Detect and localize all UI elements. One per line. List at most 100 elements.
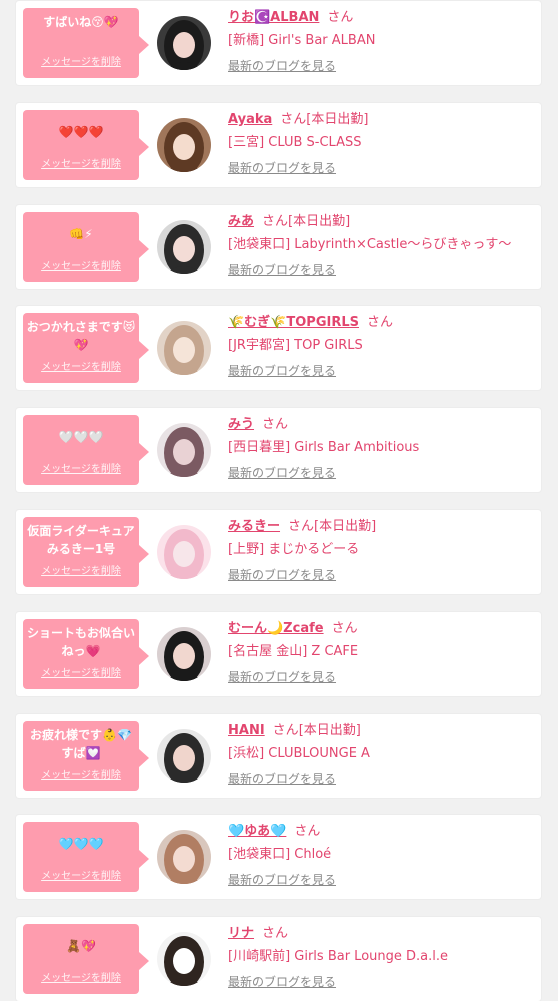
avatar[interactable] <box>157 423 211 478</box>
avatar[interactable] <box>157 525 211 579</box>
message-text: おつかれさまです😻💖 <box>26 320 136 353</box>
latest-blog-link[interactable]: 最新のブログを見る <box>228 362 336 379</box>
avatar[interactable] <box>157 626 211 681</box>
avatar[interactable] <box>157 932 211 987</box>
message-text: すばいね😚💖 <box>43 15 119 29</box>
user-name-link[interactable]: みるきー <box>228 519 280 534</box>
delete-message-link[interactable]: メッセージを削除 <box>23 664 139 679</box>
delete-message-link[interactable]: メッセージを削除 <box>23 460 139 475</box>
delete-message-link[interactable]: メッセージを削除 <box>23 867 139 882</box>
message-bubble: すばいね😚💖 メッセージを削除 <box>23 8 149 78</box>
user-name-link[interactable]: みう <box>228 417 254 432</box>
honorific: さん <box>280 111 307 127</box>
message-text: ❤️❤️❤️ <box>58 124 104 139</box>
on-duty-badge: [本日出勤] <box>314 519 377 534</box>
shop-name: [浜松] CLUBLOUNGE A <box>228 745 370 761</box>
user-name-link[interactable]: りお☪️ALBAN <box>228 10 319 25</box>
on-duty-badge: [本日出勤] <box>298 722 361 738</box>
user-name-link[interactable]: みあ <box>228 214 254 229</box>
on-duty-badge: [本日出勤] <box>306 111 369 127</box>
message-bubble: 👊⚡ メッセージを削除 <box>23 211 149 282</box>
delete-message-link[interactable]: メッセージを削除 <box>23 155 139 170</box>
on-duty-badge: [本日出勤] <box>288 213 351 229</box>
shop-name: [上野] まじかるどーる <box>228 542 360 557</box>
avatar[interactable] <box>157 16 211 70</box>
message-bubble: おつかれさまです😻💖 メッセージを削除 <box>23 313 149 384</box>
message-text: 🩵🩵🩵 <box>58 837 104 852</box>
message-bubble: 🤍🤍🤍 メッセージを削除 <box>23 415 149 486</box>
latest-blog-link[interactable]: 最新のブログを見る <box>228 973 336 990</box>
user-name-line: HANI さん[本日出勤] <box>228 719 361 738</box>
latest-blog-link[interactable]: 最新のブログを見る <box>228 668 336 685</box>
latest-blog-link[interactable]: 最新のブログを見る <box>228 159 336 176</box>
avatar-photo-icon <box>157 626 211 681</box>
delete-message-link[interactable]: メッセージを削除 <box>23 257 139 272</box>
user-name-link[interactable]: 🌾むぎ🌾TOPGIRLS <box>228 315 359 330</box>
message-card: 🩵🩵🩵 メッセージを削除 🩵ゆあ🩵 さん [池袋東口] Chloé 最新のブログを… <box>16 815 541 900</box>
message-card: お疲れ様です👶💎すば💟 メッセージを削除 HANI さん[本日出勤] [浜松] C… <box>16 713 541 798</box>
avatar[interactable] <box>157 830 211 885</box>
user-name-line: むーん🌙Zcafe さん <box>228 617 358 636</box>
avatar-photo-icon <box>157 932 211 987</box>
latest-blog-link[interactable]: 最新のブログを見る <box>228 871 336 888</box>
latest-blog-link[interactable]: 最新のブログを見る <box>228 770 336 787</box>
message-bubble: 🧸💖 メッセージを削除 <box>23 924 149 995</box>
message-bubble: ❤️❤️❤️ メッセージを削除 <box>23 109 149 180</box>
honorific: さん <box>288 519 315 534</box>
delete-message-link[interactable]: メッセージを削除 <box>23 766 139 781</box>
message-text: お疲れ様です👶💎すば💟 <box>30 727 132 760</box>
delete-message-link[interactable]: メッセージを削除 <box>23 53 139 68</box>
message-card: ショートもお似合いねっ💗 メッセージを削除 むーん🌙Zcafe さん [名古屋 金… <box>16 611 541 696</box>
user-name-link[interactable]: HANI <box>228 723 265 738</box>
avatar[interactable] <box>157 117 211 172</box>
user-name-line: Ayaka さん[本日出勤] <box>228 108 368 127</box>
delete-message-link[interactable]: メッセージを削除 <box>23 969 139 984</box>
message-card: おつかれさまです😻💖 メッセージを削除 🌾むぎ🌾TOPGIRLS さん [JR宇都… <box>16 306 541 391</box>
avatar[interactable] <box>157 728 211 783</box>
message-text: 🧸💖 <box>66 939 96 954</box>
user-name-link[interactable]: リナ <box>228 926 254 941</box>
avatar[interactable] <box>157 321 211 376</box>
delete-message-link[interactable]: メッセージを削除 <box>23 562 139 577</box>
user-name-line: 🩵ゆあ🩵 さん <box>228 820 320 839</box>
latest-blog-link[interactable]: 最新のブログを見る <box>228 464 336 481</box>
user-name-link[interactable]: むーん🌙Zcafe <box>228 621 324 636</box>
shop-name: [JR宇都宮] TOP GIRLS <box>228 338 363 354</box>
user-name-line: みあ さん[本日出勤] <box>228 210 350 229</box>
avatar-photo-icon <box>157 728 211 783</box>
shop-name: [名古屋 金山] Z CAFE <box>228 643 359 659</box>
message-bubble: 🩵🩵🩵 メッセージを削除 <box>23 822 149 893</box>
latest-blog-link[interactable]: 最新のブログを見る <box>228 261 336 278</box>
message-bubble: お疲れ様です👶💎すば💟 メッセージを削除 <box>23 720 149 791</box>
honorific: さん <box>262 213 289 229</box>
avatar-photo-icon <box>157 830 211 885</box>
avatar-photo-icon <box>157 525 211 579</box>
shop-name: [西日暮里] Girls Bar Ambitious <box>228 440 420 456</box>
latest-blog-link[interactable]: 最新のブログを見る <box>228 566 336 583</box>
message-bubble: ショートもお似合いねっ💗 メッセージを削除 <box>23 618 149 689</box>
message-text: 👊⚡ <box>69 226 93 241</box>
user-name-line: リナ さん <box>228 922 288 941</box>
honorific: さん <box>366 315 393 331</box>
user-name-link[interactable]: Ayaka <box>228 112 272 127</box>
latest-blog-link[interactable]: 最新のブログを見る <box>228 57 336 74</box>
delete-message-link[interactable]: メッセージを削除 <box>23 358 139 373</box>
message-bubble: 仮面ライダーキュアみるきー1号 メッセージを削除 <box>23 517 149 587</box>
user-name-link[interactable]: 🩵ゆあ🩵 <box>228 824 286 839</box>
shop-name: [新橋] Girl's Bar ALBAN <box>228 33 376 48</box>
shop-name: [池袋東口] Chloé <box>228 847 332 863</box>
message-text: ショートもお似合いねっ💗 <box>26 625 135 658</box>
shop-name: [川崎駅前] Girls Bar Lounge D.a.l.e <box>228 949 448 965</box>
avatar-photo-icon <box>157 117 211 172</box>
honorific: さん <box>327 10 354 25</box>
avatar[interactable] <box>157 219 211 274</box>
honorific: さん <box>294 824 321 840</box>
user-name-line: みう さん <box>228 413 288 432</box>
avatar-photo-icon <box>157 16 211 70</box>
honorific: さん <box>272 722 299 738</box>
shop-name: [三宮] CLUB S-CLASS <box>228 134 362 150</box>
avatar-photo-icon <box>157 423 211 478</box>
user-name-line: みるきー さん[本日出勤] <box>228 515 376 534</box>
honorific: さん <box>262 417 289 433</box>
message-card: ❤️❤️❤️ メッセージを削除 Ayaka さん[本日出勤] [三宮] CLUB … <box>16 102 541 187</box>
